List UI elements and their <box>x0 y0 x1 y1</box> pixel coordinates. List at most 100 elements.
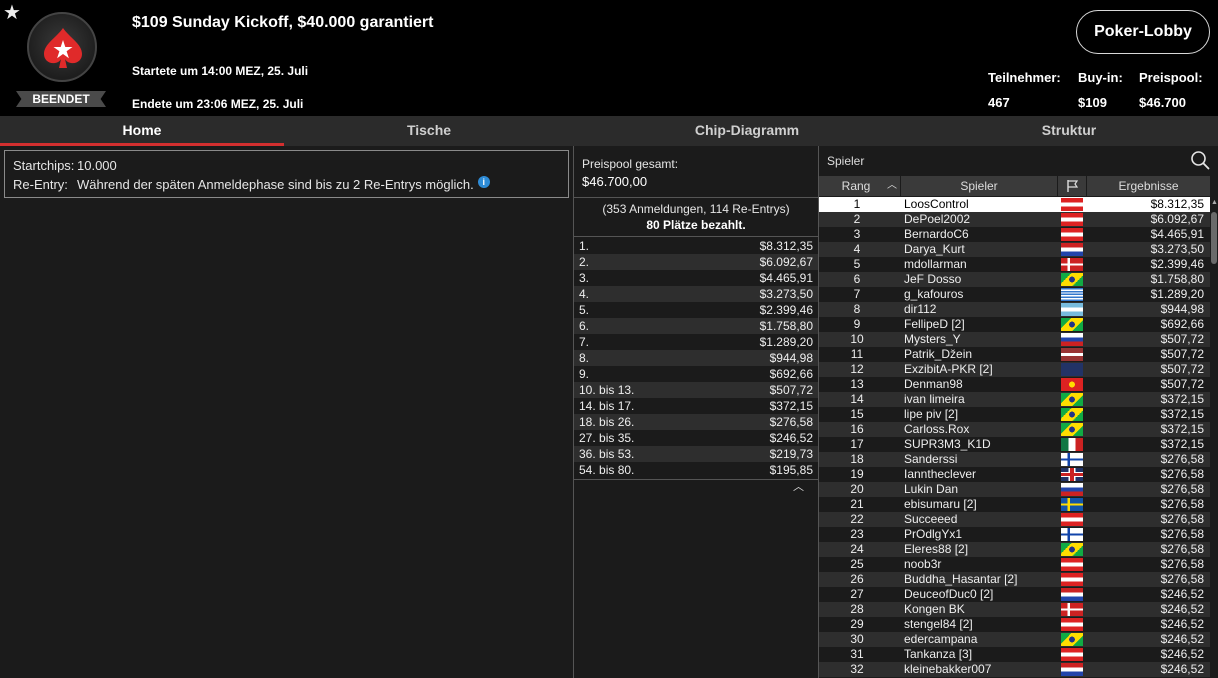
player-row[interactable]: 19 Iannthеclever $276,58 <box>819 467 1210 482</box>
player-row[interactable]: 14 ivan limeira $372,15 <box>819 392 1210 407</box>
player-name: Eleres88 [2] <box>904 542 969 556</box>
tab-home[interactable]: Home <box>0 116 284 146</box>
player-row[interactable]: 17 SUPR3M3_K1D $372,15 <box>819 437 1210 452</box>
country-flag-icon <box>1061 303 1083 316</box>
country-flag-icon <box>1061 453 1083 466</box>
country-flag-icon <box>1061 498 1083 511</box>
player-row[interactable]: 25 noob3r $276,58 <box>819 557 1210 572</box>
reentry-label: Re-Entry: <box>13 177 68 192</box>
player-row[interactable]: 26 Buddha_Hasantar [2] $276,58 <box>819 572 1210 587</box>
search-icon[interactable] <box>1190 150 1210 170</box>
country-flag-icon <box>1061 423 1083 436</box>
player-row[interactable]: 27 DeuceofDuc0 [2] $246,52 <box>819 587 1210 602</box>
stat-prizepool: Preispool: $46.700 <box>1139 70 1203 110</box>
player-row[interactable]: 9 FellipeD [2] $692,66 <box>819 317 1210 332</box>
country-flag-icon <box>1061 588 1083 601</box>
player-result: $276,58 <box>1160 497 1204 511</box>
player-row[interactable]: 5 mdollarman $2.399,46 <box>819 257 1210 272</box>
player-rank: 29 <box>850 617 864 631</box>
payout-row: 1. $8.312,35 <box>574 238 818 254</box>
player-row[interactable]: 20 Lukin Dan $276,58 <box>819 482 1210 497</box>
sort-ascending-icon[interactable]: ︿ <box>885 176 899 196</box>
player-result: $1.758,80 <box>1150 272 1204 286</box>
country-flag-icon <box>1061 663 1083 676</box>
player-row[interactable]: 4 Darya_Kurt $3.273,50 <box>819 242 1210 257</box>
player-row[interactable]: 15 lipe piv [2] $372,15 <box>819 407 1210 422</box>
player-row[interactable]: 13 Denman98 $507,72 <box>819 377 1210 392</box>
divider <box>574 197 818 198</box>
player-row[interactable]: 18 Sanderssi $276,58 <box>819 452 1210 467</box>
column-rank[interactable]: Rang <box>819 176 893 196</box>
player-result: $692,66 <box>1160 317 1204 331</box>
player-rank: 3 <box>853 227 861 241</box>
payout-place: 5. <box>579 303 590 317</box>
player-name: Carloss.Rox <box>904 422 970 436</box>
player-result: $246,52 <box>1160 632 1204 646</box>
country-flag-icon <box>1061 393 1083 406</box>
reentry-row: Re-Entry: Während der späten Anmeldephas… <box>13 176 560 195</box>
player-row[interactable]: 12 ExzibitA-PKR [2] $507,72 <box>819 362 1210 377</box>
payout-amount: $276,58 <box>769 415 813 429</box>
player-rank: 26 <box>850 572 864 586</box>
payout-row: 36. bis 53. $219,73 <box>574 446 818 462</box>
collapse-chevron-icon[interactable]: ︿ <box>793 478 804 494</box>
player-row[interactable]: 22 Succeeed $276,58 <box>819 512 1210 527</box>
country-flag-icon <box>1061 333 1083 346</box>
player-name: edercampana <box>904 632 978 646</box>
player-row[interactable]: 31 Tankanza [3] $246,52 <box>819 647 1210 662</box>
tab-chip-chart[interactable]: Chip-Diagramm <box>574 116 920 146</box>
payout-place: 6. <box>579 319 590 333</box>
scrollbar-thumb[interactable] <box>1211 212 1217 264</box>
payout-place: 1. <box>579 239 590 253</box>
payout-amount: $8.312,35 <box>759 239 813 253</box>
payout-place: 3. <box>579 271 590 285</box>
player-row[interactable]: 28 Kongen BK $246,52 <box>819 602 1210 617</box>
player-result: $4.465,91 <box>1150 227 1204 241</box>
tab-tables[interactable]: Tische <box>284 116 574 146</box>
player-name: FellipeD [2] <box>904 317 965 331</box>
startchips-label: Startchips: <box>13 158 75 173</box>
player-result: $246,52 <box>1160 602 1204 616</box>
player-row[interactable]: 29 stengel84 [2] $246,52 <box>819 617 1210 632</box>
scrollbar-track[interactable] <box>1211 197 1218 678</box>
player-result: $276,58 <box>1160 557 1204 571</box>
player-row[interactable]: 6 JeF Dosso $1.758,80 <box>819 272 1210 287</box>
stat-buyin: Buy-in: $109 <box>1078 70 1123 110</box>
player-row[interactable]: 3 BernardoC6 $4.465,91 <box>819 227 1210 242</box>
column-country-flag-icon[interactable] <box>1058 176 1086 196</box>
favorite-star-icon[interactable]: ★ <box>3 3 21 23</box>
player-result: $276,58 <box>1160 542 1204 556</box>
column-results[interactable]: Ergebnisse <box>1087 176 1210 196</box>
player-row[interactable]: 8 dir112 $944,98 <box>819 302 1210 317</box>
player-name: SUPR3M3_K1D <box>904 437 991 451</box>
player-row[interactable]: 7 g_kafouros $1.289,20 <box>819 287 1210 302</box>
country-flag-icon <box>1061 408 1083 421</box>
column-player[interactable]: Spieler <box>901 176 1057 196</box>
payout-amount: $219,73 <box>769 447 813 461</box>
country-flag-icon <box>1061 363 1083 376</box>
prizepool-label: Preispool gesamt: <box>582 157 679 171</box>
player-row[interactable]: 23 PrOdlgYx1 $276,58 <box>819 527 1210 542</box>
player-row[interactable]: 21 ebisumaru [2] $276,58 <box>819 497 1210 512</box>
payout-row: 27. bis 35. $246,52 <box>574 430 818 446</box>
player-rank: 22 <box>850 512 864 526</box>
player-row[interactable]: 2 DePoel2002 $6.092,67 <box>819 212 1210 227</box>
player-search-input[interactable] <box>819 147 1189 174</box>
player-row[interactable]: 24 Eleres88 [2] $276,58 <box>819 542 1210 557</box>
scroll-up-icon[interactable]: ▲ <box>1211 199 1218 206</box>
player-row[interactable]: 16 Carloss.Rox $372,15 <box>819 422 1210 437</box>
country-flag-icon <box>1061 318 1083 331</box>
info-icon[interactable]: i <box>477 176 490 188</box>
tournament-header: ★ BEENDET $109 Sunday Kickoff, $40.000 g… <box>0 0 1218 116</box>
player-row[interactable]: 10 Mysters_Y $507,72 <box>819 332 1210 347</box>
player-rank: 32 <box>850 662 864 676</box>
player-row[interactable]: 30 edercampana $246,52 <box>819 632 1210 647</box>
payout-place: 2. <box>579 255 590 269</box>
player-row[interactable]: 1 LoosControl $8.312,35 <box>819 197 1210 212</box>
poker-lobby-button[interactable]: Poker-Lobby <box>1076 10 1210 54</box>
player-row[interactable]: 11 Patrik_Džein $507,72 <box>819 347 1210 362</box>
player-name: Darya_Kurt <box>904 242 965 256</box>
player-rank: 7 <box>853 287 861 301</box>
tab-structure[interactable]: Struktur <box>920 116 1218 146</box>
player-row[interactable]: 32 kleinebakker007 $246,52 <box>819 662 1210 677</box>
